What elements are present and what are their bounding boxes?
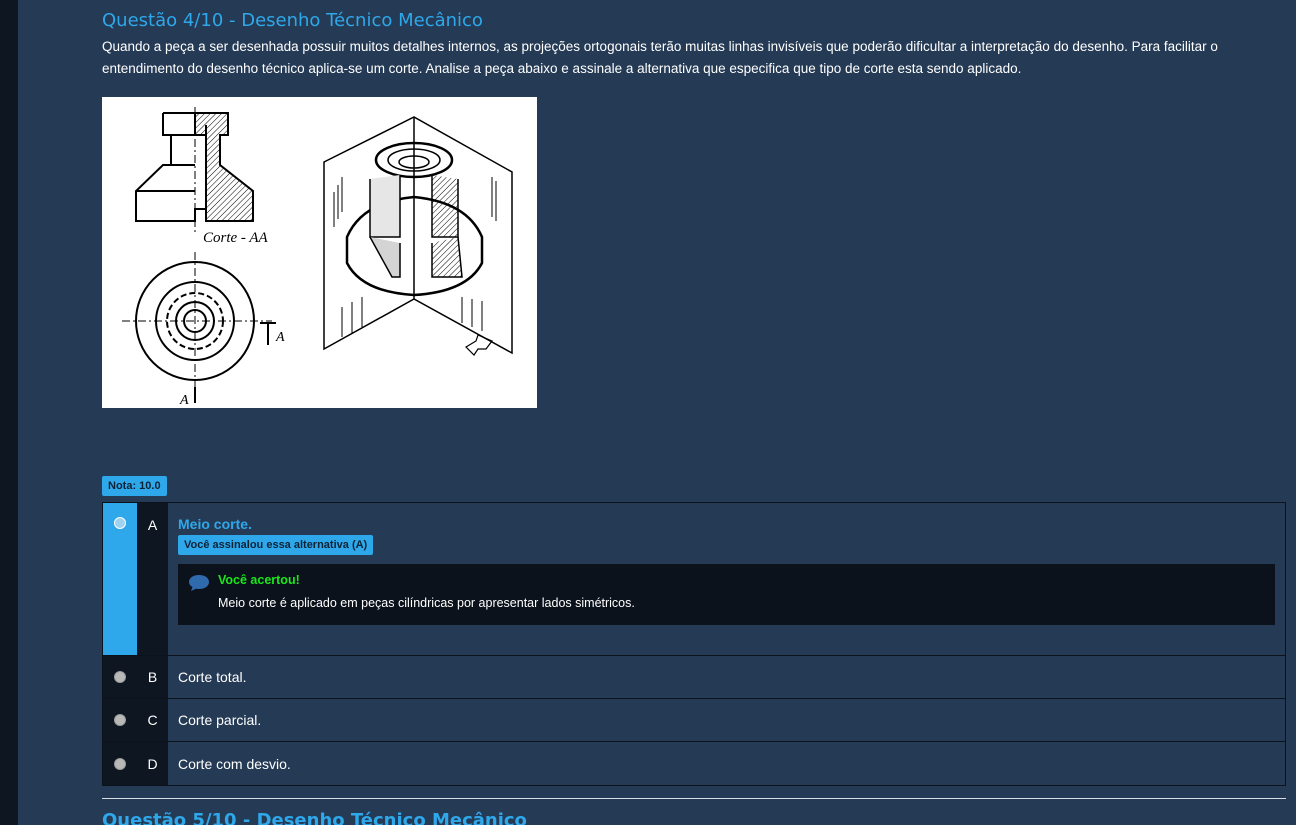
option-c-radio-cell[interactable] xyxy=(103,699,137,741)
option-c-letter: C xyxy=(137,699,168,741)
marked-answer-badge: Você assinalou essa alternativa (A) xyxy=(178,535,374,555)
speech-bubble-icon xyxy=(188,574,210,597)
option-a-radio[interactable] xyxy=(114,517,126,529)
question-title: Questão 4/10 - Desenho Técnico Mecânico xyxy=(102,10,483,31)
section-marker-label-bottom: A xyxy=(179,393,189,408)
technical-drawing-figure: Corte - AA A A xyxy=(102,97,537,408)
option-a-label[interactable]: Meio corte. xyxy=(178,516,1275,532)
option-a-radio-cell[interactable] xyxy=(103,503,137,655)
option-b-radio[interactable] xyxy=(114,671,126,683)
option-c-label[interactable]: Corte parcial. xyxy=(168,699,1285,741)
option-c[interactable]: C Corte parcial. xyxy=(103,699,1285,742)
next-question-title: Questão 5/10 - Desenho Técnico Mecânico xyxy=(102,810,527,825)
feedback-text: Meio corte é aplicado em peças cilíndric… xyxy=(218,596,635,610)
section-label: Corte - AA xyxy=(203,230,269,246)
option-b-label[interactable]: Corte total. xyxy=(168,656,1285,698)
section-marker-label: A xyxy=(275,330,285,345)
option-d-label[interactable]: Corte com desvio. xyxy=(168,742,1285,785)
feedback-title: Você acertou! xyxy=(218,573,300,587)
option-d-radio-cell[interactable] xyxy=(103,742,137,785)
option-c-radio[interactable] xyxy=(114,714,126,726)
section-view xyxy=(135,107,254,232)
option-b-letter: B xyxy=(137,656,168,698)
option-b[interactable]: B Corte total. xyxy=(103,656,1285,699)
answer-options: A Meio corte. Você assinalou essa altern… xyxy=(102,502,1286,786)
question-divider xyxy=(102,798,1286,799)
feedback-box: Você acertou! Meio corte é aplicado em p… xyxy=(178,564,1275,625)
option-b-radio-cell[interactable] xyxy=(103,656,137,698)
isometric-view xyxy=(323,116,513,356)
question-text: Quando a peça a ser desenhada possuir mu… xyxy=(102,39,1218,76)
option-d-radio[interactable] xyxy=(114,757,126,770)
option-a-body: Meio corte. Você assinalou essa alternat… xyxy=(168,503,1285,655)
option-d[interactable]: D Corte com desvio. xyxy=(103,742,1285,785)
option-d-letter: D xyxy=(137,742,168,785)
grade-badge: Nota: 10.0 xyxy=(102,476,167,496)
left-rail xyxy=(0,0,18,825)
option-a[interactable]: A Meio corte. Você assinalou essa altern… xyxy=(103,503,1285,656)
top-view xyxy=(122,252,276,403)
option-a-letter: A xyxy=(137,503,168,655)
